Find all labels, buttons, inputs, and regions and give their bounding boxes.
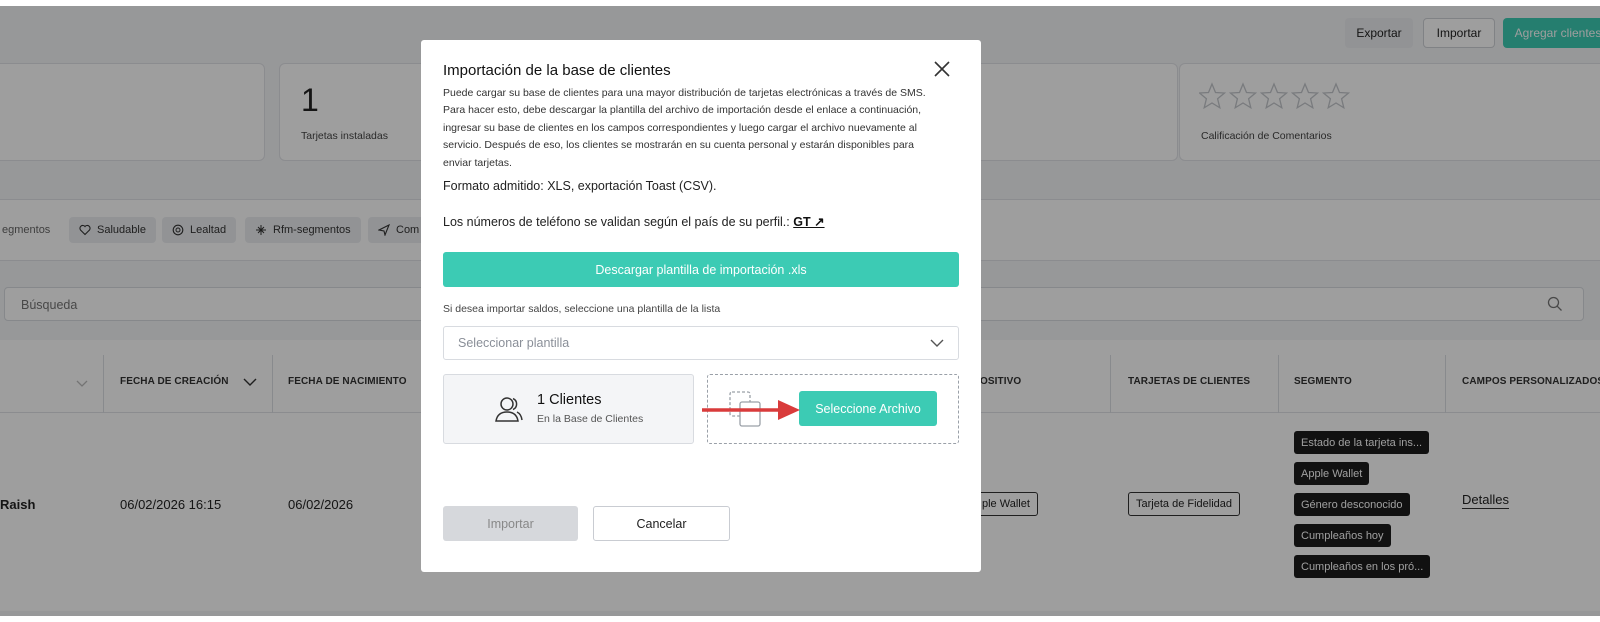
template-select-value: Seleccionar plantilla xyxy=(458,336,570,350)
supported-format-text: Formato admitido: XLS, exportación Toast… xyxy=(443,179,717,193)
template-select[interactable]: Seleccionar plantilla xyxy=(443,326,959,360)
country-link[interactable]: GT ↗ xyxy=(793,215,824,229)
import-modal: Importación de la base de clientes Puede… xyxy=(421,40,981,572)
balance-hint: Si desea importar saldos, seleccione una… xyxy=(443,303,721,315)
phone-validation-label: Los números de teléfono se validan según… xyxy=(443,215,790,229)
clients-count: 1 Clientes xyxy=(537,392,602,408)
phone-validation-text: Los números de teléfono se validan según… xyxy=(443,214,825,229)
clients-sub: En la Base de Clientes xyxy=(537,413,644,425)
modal-title: Importación de la base de clientes xyxy=(443,62,671,79)
modal-description: Puede cargar su base de clientes para un… xyxy=(443,87,926,169)
users-icon xyxy=(495,397,523,422)
import-confirm-button[interactable]: Importar xyxy=(443,506,578,541)
red-arrow-annotation xyxy=(702,400,800,420)
download-template-button[interactable]: Descargar plantilla de importación .xls xyxy=(443,252,959,287)
clients-count-box: 1 Clientes En la Base de Clientes xyxy=(443,374,694,444)
chevron-down-icon xyxy=(930,339,944,347)
select-file-button[interactable]: Seleccione Archivo xyxy=(799,391,937,426)
cancel-button[interactable]: Cancelar xyxy=(593,506,730,541)
close-icon[interactable] xyxy=(931,58,953,80)
